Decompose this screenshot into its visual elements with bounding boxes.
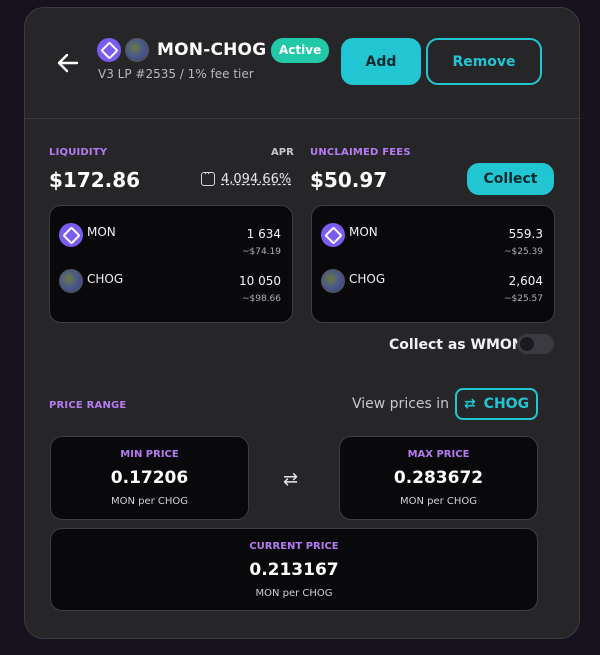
liquidity-label: LIQUIDITY: [49, 147, 108, 158]
collect-button[interactable]: Collect: [467, 163, 554, 195]
add-button[interactable]: Add: [341, 38, 421, 85]
view-prices-label: View prices in: [352, 396, 450, 412]
min-price-label: MIN PRICE: [120, 449, 179, 460]
current-price-unit: MON per CHOG: [255, 588, 333, 599]
token-usd-value: ~$25.57: [503, 294, 543, 304]
swap-arrows-icon: ⇄: [463, 396, 476, 412]
token-usd-value: ~$98.66: [241, 294, 281, 304]
token-name: MON: [87, 225, 116, 239]
collect-as-wmon-toggle[interactable]: [517, 334, 554, 354]
max-price-box: MAX PRICE 0.283672 MON per CHOG: [339, 436, 538, 520]
current-price-label: CURRENT PRICE: [249, 541, 339, 552]
token-amount: 10 050: [239, 274, 281, 288]
min-price-value: 0.17206: [110, 468, 189, 488]
min-price-unit: MON per CHOG: [110, 496, 189, 507]
unclaimed-fees-label: UNCLAIMED FEES: [310, 147, 411, 158]
mon-token-icon: [97, 38, 121, 62]
back-arrow-icon[interactable]: [55, 50, 81, 76]
current-price-value: 0.213167: [249, 560, 339, 580]
remove-button[interactable]: Remove: [426, 38, 542, 85]
status-badge: Active: [271, 38, 330, 63]
token-usd-value: ~$74.19: [241, 247, 281, 257]
token-amount: 559.3: [508, 227, 543, 241]
pair-title: MON-CHOG: [157, 40, 267, 60]
mon-token-icon: [321, 223, 345, 247]
token-amount: 2,604: [508, 274, 543, 288]
liquidity-tokens-box: MON 1 634 ~$74.19 CHOG 10 050 ~$98.66: [49, 205, 293, 323]
fees-tokens-box: MON 559.3 ~$25.39 CHOG 2,604 ~$25.57: [311, 205, 555, 323]
token-usd-value: ~$25.39: [503, 247, 543, 257]
price-range-label: PRICE RANGE: [49, 400, 127, 411]
collect-as-wmon-label: Collect as WMON: [389, 337, 524, 353]
chog-token-icon: [321, 269, 345, 293]
chog-token-icon: [59, 269, 83, 293]
view-prices-token-toggle[interactable]: ⇄ CHOG: [455, 388, 538, 420]
apr-value[interactable]: 4,094.66%: [221, 172, 291, 187]
unclaimed-fees-value: $50.97: [310, 168, 388, 192]
min-price-box: MIN PRICE 0.17206 MON per CHOG: [50, 436, 249, 520]
max-price-label: MAX PRICE: [407, 449, 470, 460]
apr-label: APR: [271, 147, 294, 158]
max-price-unit: MON per CHOG: [399, 496, 478, 507]
mon-token-icon: [59, 223, 83, 247]
max-price-value: 0.283672: [393, 468, 484, 488]
token-name: MON: [349, 225, 378, 239]
current-price-box: CURRENT PRICE 0.213167 MON per CHOG: [50, 528, 538, 611]
position-card: MON-CHOG Active V3 LP #2535 / 1% fee tie…: [24, 7, 580, 639]
header-divider: [25, 118, 579, 119]
swap-arrows-icon: ⇄: [283, 469, 299, 490]
position-subtitle: V3 LP #2535 / 1% fee tier: [98, 67, 254, 81]
calculator-icon[interactable]: [201, 169, 215, 186]
token-amount: 1 634: [246, 227, 281, 241]
view-token-label: CHOG: [483, 396, 530, 412]
liquidity-value: $172.86: [49, 168, 141, 192]
chog-token-icon: [125, 38, 149, 62]
token-name: CHOG: [87, 272, 124, 286]
token-name: CHOG: [349, 272, 386, 286]
